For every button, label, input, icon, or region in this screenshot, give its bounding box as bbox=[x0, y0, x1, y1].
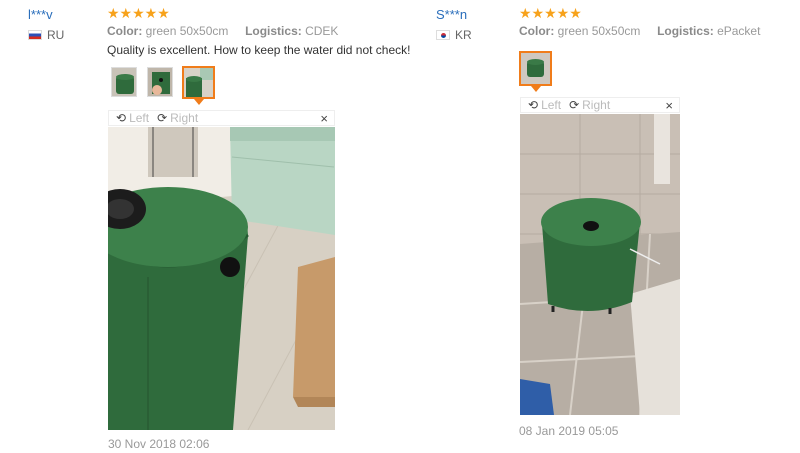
selected-thumb-arrow-icon bbox=[531, 86, 541, 92]
reviewer-country: KR bbox=[436, 28, 472, 42]
rotate-right-button[interactable]: ⟳ Right bbox=[157, 111, 198, 125]
review-photo-thumb-2[interactable] bbox=[147, 67, 173, 97]
rotate-right-label: Right bbox=[582, 98, 611, 112]
reviewer-country: RU bbox=[28, 28, 64, 42]
review-photo-thumb-1-selected[interactable] bbox=[519, 51, 552, 86]
russia-flag-icon bbox=[28, 30, 42, 40]
rotate-left-label: Left bbox=[129, 111, 150, 125]
rotate-right-icon: ⟳ bbox=[157, 111, 168, 125]
close-viewer-button[interactable]: × bbox=[665, 98, 673, 113]
review-photo-large bbox=[108, 127, 335, 430]
logistics-label: Logistics: bbox=[657, 24, 714, 38]
rotate-right-button[interactable]: ⟳ Right bbox=[569, 98, 610, 112]
logistics-value: CDEK bbox=[305, 24, 339, 38]
color-value: green 50x50cm bbox=[145, 24, 229, 38]
selected-thumb-arrow-icon bbox=[194, 99, 204, 105]
rotate-left-button[interactable]: ⟲ Left bbox=[528, 98, 561, 112]
image-viewer-toolbar: ⟲ Left ⟳ Right × bbox=[520, 97, 680, 113]
rotate-right-label: Right bbox=[170, 111, 199, 125]
color-label: Color: bbox=[107, 24, 143, 38]
review-date: 30 Nov 2018 02:06 bbox=[108, 437, 210, 451]
rotate-left-button[interactable]: ⟲ Left bbox=[116, 111, 149, 125]
review-photo-large bbox=[520, 114, 680, 415]
review-meta: Color: green 50x50cm Logistics: CDEK bbox=[107, 24, 338, 38]
rating-stars: ★★★★★ bbox=[519, 5, 582, 21]
reviewer-name[interactable]: S***n bbox=[436, 7, 467, 22]
review-meta: Color: green 50x50cm Logistics: ePacket bbox=[519, 24, 760, 38]
korea-flag-icon bbox=[436, 30, 450, 40]
review-photo-thumb-3-selected[interactable] bbox=[182, 66, 215, 99]
country-code: KR bbox=[455, 28, 472, 42]
rotate-left-icon: ⟲ bbox=[528, 98, 539, 112]
reviewer-name[interactable]: l***v bbox=[28, 7, 53, 22]
country-code: RU bbox=[47, 28, 65, 42]
rating-stars: ★★★★★ bbox=[107, 5, 170, 21]
logistics-label: Logistics: bbox=[245, 24, 302, 38]
color-value: green 50x50cm bbox=[557, 24, 641, 38]
review-photo-thumb-1[interactable] bbox=[111, 67, 137, 97]
image-viewer-toolbar: ⟲ Left ⟳ Right × bbox=[108, 110, 335, 126]
rotate-left-label: Left bbox=[541, 98, 562, 112]
rotate-right-icon: ⟳ bbox=[569, 98, 580, 112]
close-viewer-button[interactable]: × bbox=[320, 111, 328, 126]
review-date: 08 Jan 2019 05:05 bbox=[519, 424, 619, 438]
logistics-value: ePacket bbox=[717, 24, 761, 38]
color-label: Color: bbox=[519, 24, 555, 38]
rotate-left-icon: ⟲ bbox=[116, 111, 127, 125]
review-text: Quality is excellent. How to keep the wa… bbox=[107, 43, 411, 57]
